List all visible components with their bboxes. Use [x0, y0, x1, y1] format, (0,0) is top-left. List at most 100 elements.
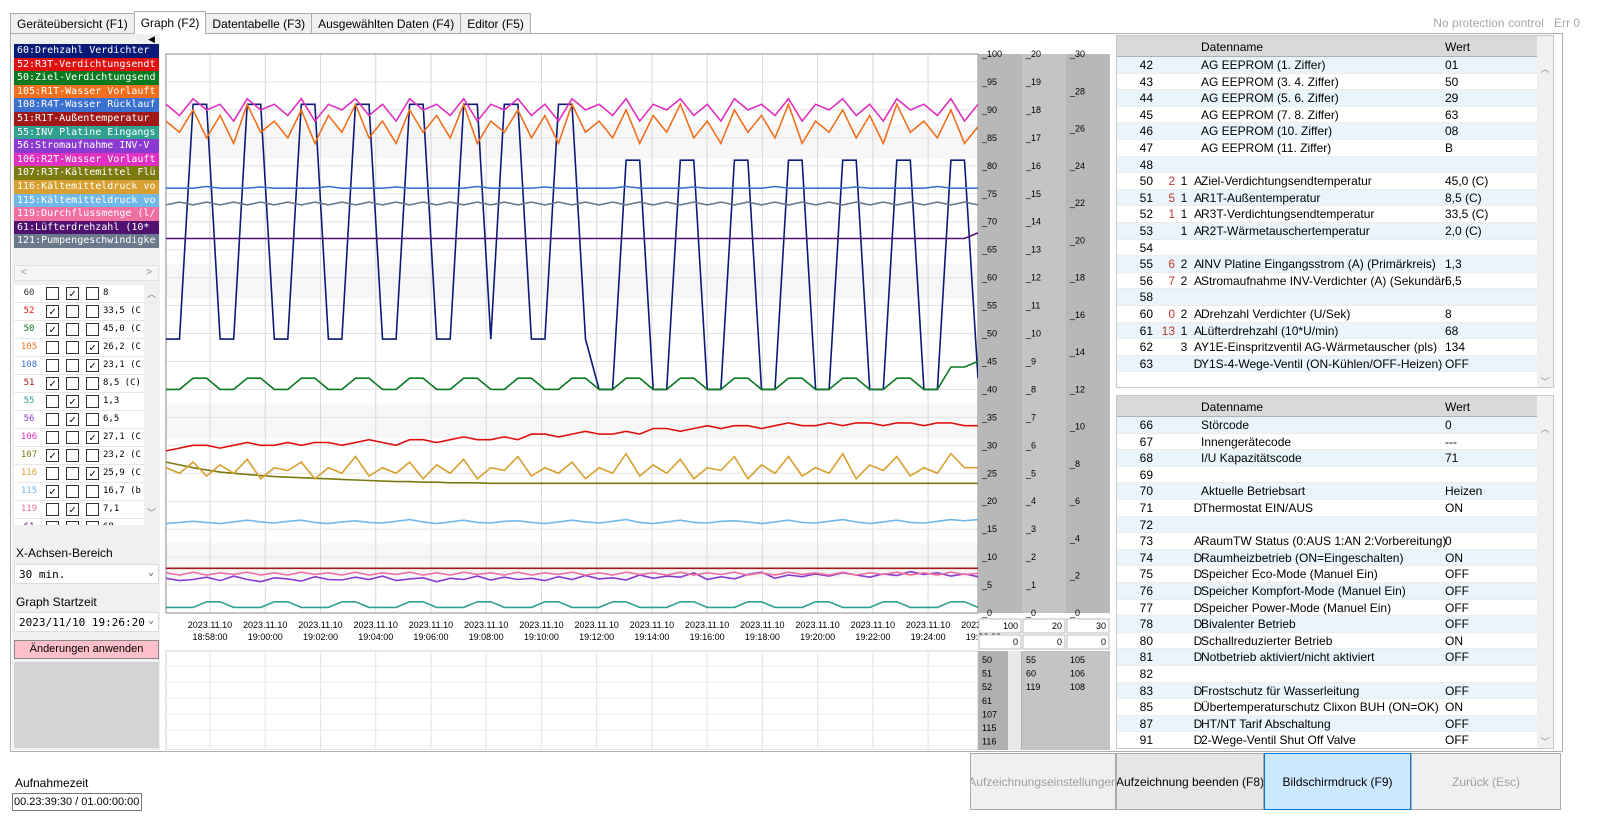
- axis-3-checkbox[interactable]: [86, 323, 99, 336]
- table-row[interactable]: 71 D Thermostat EIN/AUS ON: [1117, 500, 1553, 517]
- legend-item[interactable]: 60:Drehzahl Verdichter: [14, 44, 159, 58]
- legend-item[interactable]: 105:R1T-Wasser Vorlauft: [14, 84, 159, 99]
- table-row[interactable]: 45 AG EEPROM (7. 8. Ziffer) 63: [1117, 107, 1553, 124]
- table-row[interactable]: 58: [1117, 289, 1553, 306]
- table-row[interactable]: 85 D Übertemperaturschutz Clixon BUH (ON=O…: [1117, 699, 1553, 716]
- table-row[interactable]: 44 AG EEPROM (5. 6. Ziffer) 29: [1117, 90, 1553, 107]
- axis-2-checkbox[interactable]: [66, 377, 79, 390]
- axis-2-checkbox[interactable]: ✓: [66, 413, 79, 426]
- scroll-right-icon[interactable]: >: [146, 267, 152, 278]
- axis-2-checkbox[interactable]: [66, 485, 79, 498]
- table-row[interactable]: 83 D Frostschutz für Wasserleitung OFF: [1117, 682, 1553, 700]
- axis-2-checkbox[interactable]: [66, 431, 79, 444]
- table-row[interactable]: 56 7 2 A Stromaufnahme INV-Verdichter (A) (S…: [1117, 273, 1553, 290]
- back-button[interactable]: Zurück (Esc): [1411, 753, 1561, 810]
- table-row[interactable]: 53 1 A R2T-Wärmetauschertemperatur 2,0 (C): [1117, 222, 1553, 240]
- table-row[interactable]: 43 AG EEPROM (3. 4. Ziffer) 50: [1117, 74, 1553, 91]
- scroll-down-icon[interactable]: ﹀: [1537, 735, 1553, 748]
- table-row[interactable]: 70 Aktuelle Betriebsart Heizen: [1117, 483, 1553, 500]
- axis-1-checkbox[interactable]: [46, 287, 59, 300]
- screenshot-button[interactable]: Bildschirmdruck (F9): [1264, 753, 1411, 810]
- axis-1-checkbox[interactable]: [46, 395, 59, 408]
- legend-horizontal-scrollbar[interactable]: < >: [14, 265, 159, 281]
- table-row[interactable]: 67 Innengerätecode ---: [1117, 434, 1553, 451]
- axis-3-checkbox[interactable]: [86, 485, 99, 498]
- table-row[interactable]: 77 D Speicher Power-Mode (Manuel Ein) OFF: [1117, 600, 1553, 617]
- table-row[interactable]: 62 3 A Y1E-Einspritzventil AG-Wärmetauscher…: [1117, 339, 1553, 356]
- table-row[interactable]: 76 D Speicher Kompfort-Mode (Manuel Ein) OF…: [1117, 582, 1553, 600]
- axis-2-checkbox[interactable]: [66, 467, 79, 480]
- table-row[interactable]: 55 6 2 A INV Platine Eingangsstrom (A) (Prim…: [1117, 256, 1553, 273]
- table-row[interactable]: 69: [1117, 467, 1553, 484]
- axis-3-checkbox[interactable]: [86, 287, 99, 300]
- axis-1-checkbox[interactable]: ✓: [46, 377, 59, 390]
- axis-3-checkbox[interactable]: ✓: [86, 359, 99, 372]
- axis-1-checkbox[interactable]: [46, 503, 59, 516]
- axis-3-checkbox[interactable]: ✓: [86, 467, 99, 480]
- legend-item[interactable]: 56:Stromaufnahme INV-V: [14, 139, 159, 153]
- table-scrollbar[interactable]: ︿ ﹀: [1537, 396, 1553, 748]
- axis-1-checkbox[interactable]: [46, 341, 59, 354]
- x-range-select[interactable]: 30 min. ⌄: [14, 564, 159, 584]
- table-row[interactable]: 87 D HT/NT Tarif Abschaltung OFF: [1117, 715, 1553, 733]
- table-row[interactable]: 78 D Bivalenter Betrieb OFF: [1117, 616, 1553, 633]
- axis-1-checkbox[interactable]: ✓: [46, 305, 59, 318]
- legend-item[interactable]: 108:R4T-Wasser Rücklauf: [14, 98, 159, 112]
- axis-2-checkbox[interactable]: ✓: [66, 395, 79, 408]
- apply-changes-button[interactable]: Änderungen anwenden: [14, 640, 159, 659]
- legend-item[interactable]: 52:R3T-Verdichtungsendt: [14, 57, 159, 72]
- axis-3-checkbox[interactable]: [86, 503, 99, 516]
- axis-2-checkbox[interactable]: [66, 359, 79, 372]
- table-row[interactable]: 73 A RaumTW Status (0:AUS 1:AN 2:Vorbereit…: [1117, 533, 1553, 550]
- axis-3-checkbox[interactable]: [86, 449, 99, 462]
- axis-2-checkbox[interactable]: ✓: [66, 287, 79, 300]
- scroll-left-icon[interactable]: <: [21, 267, 27, 278]
- table-row[interactable]: 82: [1117, 666, 1553, 683]
- axis-1-checkbox[interactable]: [46, 521, 59, 525]
- axis-1-checkbox[interactable]: ✓: [46, 485, 59, 498]
- table-row[interactable]: 52 1 1 A R3T-Verdichtungsendtemperatur 33,5 (…: [1117, 206, 1553, 223]
- axis-1-checkbox[interactable]: [46, 359, 59, 372]
- scroll-up-icon[interactable]: ︿: [1537, 62, 1553, 75]
- table-row[interactable]: 74 D Raumheizbetrieb (ON=Eingeschalten) ON: [1117, 549, 1553, 567]
- axis-1-checkbox[interactable]: ✓: [46, 323, 59, 336]
- recording-settings-button[interactable]: Aufzeichnungseinstellungen: [970, 753, 1116, 810]
- axis-2-checkbox[interactable]: [66, 305, 79, 318]
- scroll-up-icon[interactable]: ︿: [144, 287, 159, 300]
- tab-data-table[interactable]: Datentabelle (F3): [205, 13, 313, 34]
- axis-2-checkbox[interactable]: [66, 341, 79, 354]
- table-row[interactable]: 47 AG EEPROM (11. Ziffer) B: [1117, 140, 1553, 157]
- table-row[interactable]: 42 AG EEPROM (1. Ziffer) 01: [1117, 57, 1553, 74]
- table-row[interactable]: 72: [1117, 516, 1553, 534]
- table-row[interactable]: 91 D 2-Wege-Ventil Shut Off Valve OFF: [1117, 732, 1553, 748]
- scroll-down-icon[interactable]: ﹀: [1537, 375, 1553, 387]
- axis-3-checkbox[interactable]: [86, 413, 99, 426]
- table-row[interactable]: 51 5 1 A R1T-Außentemperatur 8,5 (C): [1117, 189, 1553, 207]
- scroll-up-icon[interactable]: ︿: [1537, 422, 1553, 435]
- axis-1-checkbox[interactable]: [46, 413, 59, 426]
- legend-item[interactable]: 106:R2T-Wasser Vorlauft: [14, 152, 159, 167]
- table-row[interactable]: 68 I/U Kapazitätscode 71: [1117, 450, 1553, 467]
- checklist-scrollbar[interactable]: ︿ ﹀: [144, 285, 159, 525]
- table-row[interactable]: 60 0 2 A Drehzahl Verdichter (U/Sek) 8: [1117, 306, 1553, 323]
- table-scrollbar[interactable]: ︿ ﹀: [1537, 36, 1553, 387]
- axis-3-checkbox[interactable]: [86, 305, 99, 318]
- legend-item[interactable]: 116:Kältemitteldruck vo: [14, 179, 159, 194]
- axis-1-checkbox[interactable]: ✓: [46, 449, 59, 462]
- tab-device-overview[interactable]: Geräteübersicht (F1): [10, 13, 135, 34]
- legend-item[interactable]: 50:Ziel-Verdichtungsend: [14, 71, 159, 85]
- table-row[interactable]: 50 2 1 A Ziel-Verdichtungsendtemperatur 45,0 …: [1117, 173, 1553, 190]
- axis-2-checkbox[interactable]: ✓: [66, 521, 79, 525]
- axis-3-checkbox[interactable]: ✓: [86, 341, 99, 354]
- table-row[interactable]: 81 D Notbetrieb aktiviert/nicht aktiviert O…: [1117, 649, 1553, 666]
- axis-3-checkbox[interactable]: [86, 377, 99, 390]
- axis-1-checkbox[interactable]: [46, 431, 59, 444]
- table-row[interactable]: 80 D Schallreduzierter Betrieb ON: [1117, 633, 1553, 650]
- legend-item[interactable]: 107:R3T-Kältemittel Flü: [14, 166, 159, 180]
- legend-item[interactable]: 51:R1T-Außentemperatur: [14, 111, 159, 126]
- tab-selected-data[interactable]: Ausgewählten Daten (F4): [311, 13, 462, 34]
- stop-recording-button[interactable]: Aufzeichnung beenden (F8): [1116, 753, 1264, 810]
- table-row[interactable]: 46 AG EEPROM (10. Ziffer) 08: [1117, 123, 1553, 140]
- axis-3-checkbox[interactable]: ✓: [86, 431, 99, 444]
- table-row[interactable]: 48: [1117, 156, 1553, 174]
